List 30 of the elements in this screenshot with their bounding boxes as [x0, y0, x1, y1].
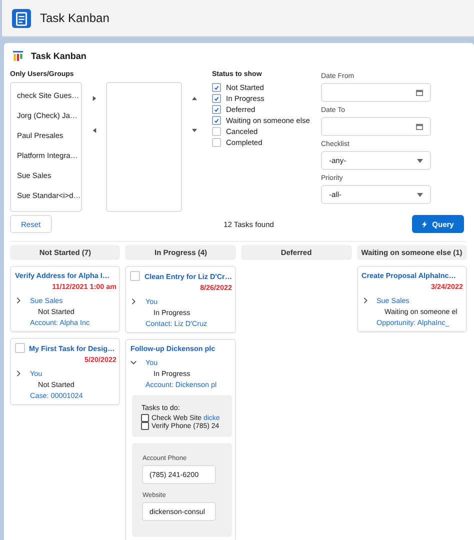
chevron-right-icon[interactable]	[362, 297, 369, 304]
date-field[interactable]	[321, 83, 431, 102]
chevron-right-icon[interactable]	[130, 298, 138, 305]
status-checkbox[interactable]	[212, 94, 221, 103]
calendar-icon[interactable]	[416, 89, 423, 96]
kanban-icon	[13, 51, 23, 61]
checklist-checkbox[interactable]	[141, 422, 150, 430]
app-icon	[12, 8, 31, 28]
date-field[interactable]	[321, 117, 431, 136]
page-title: Task Kanban	[40, 11, 110, 25]
status-checkbox[interactable]	[212, 116, 221, 125]
move-up-icon[interactable]	[192, 96, 196, 101]
chevron-right-icon[interactable]	[15, 297, 22, 304]
chevron-down-icon[interactable]	[130, 359, 138, 366]
card-title: Task Kanban	[31, 51, 86, 61]
lightning-icon	[422, 220, 428, 228]
move-left-icon[interactable]	[92, 128, 96, 133]
status-checkbox[interactable]	[212, 138, 221, 147]
status-checkbox[interactable]	[212, 105, 221, 114]
dropdown-arrow-icon[interactable]	[417, 158, 423, 162]
status-checkbox[interactable]	[212, 127, 221, 136]
chevron-right-icon[interactable]	[15, 370, 22, 377]
calendar-icon[interactable]	[416, 123, 423, 130]
status-checkbox[interactable]	[212, 83, 221, 92]
dropdown-arrow-icon[interactable]	[417, 192, 423, 196]
checklist-checkbox[interactable]	[141, 414, 150, 422]
task-checkbox[interactable]	[15, 343, 25, 353]
move-right-icon[interactable]	[92, 96, 96, 101]
move-down-icon[interactable]	[192, 128, 196, 133]
task-checkbox[interactable]	[130, 271, 140, 281]
